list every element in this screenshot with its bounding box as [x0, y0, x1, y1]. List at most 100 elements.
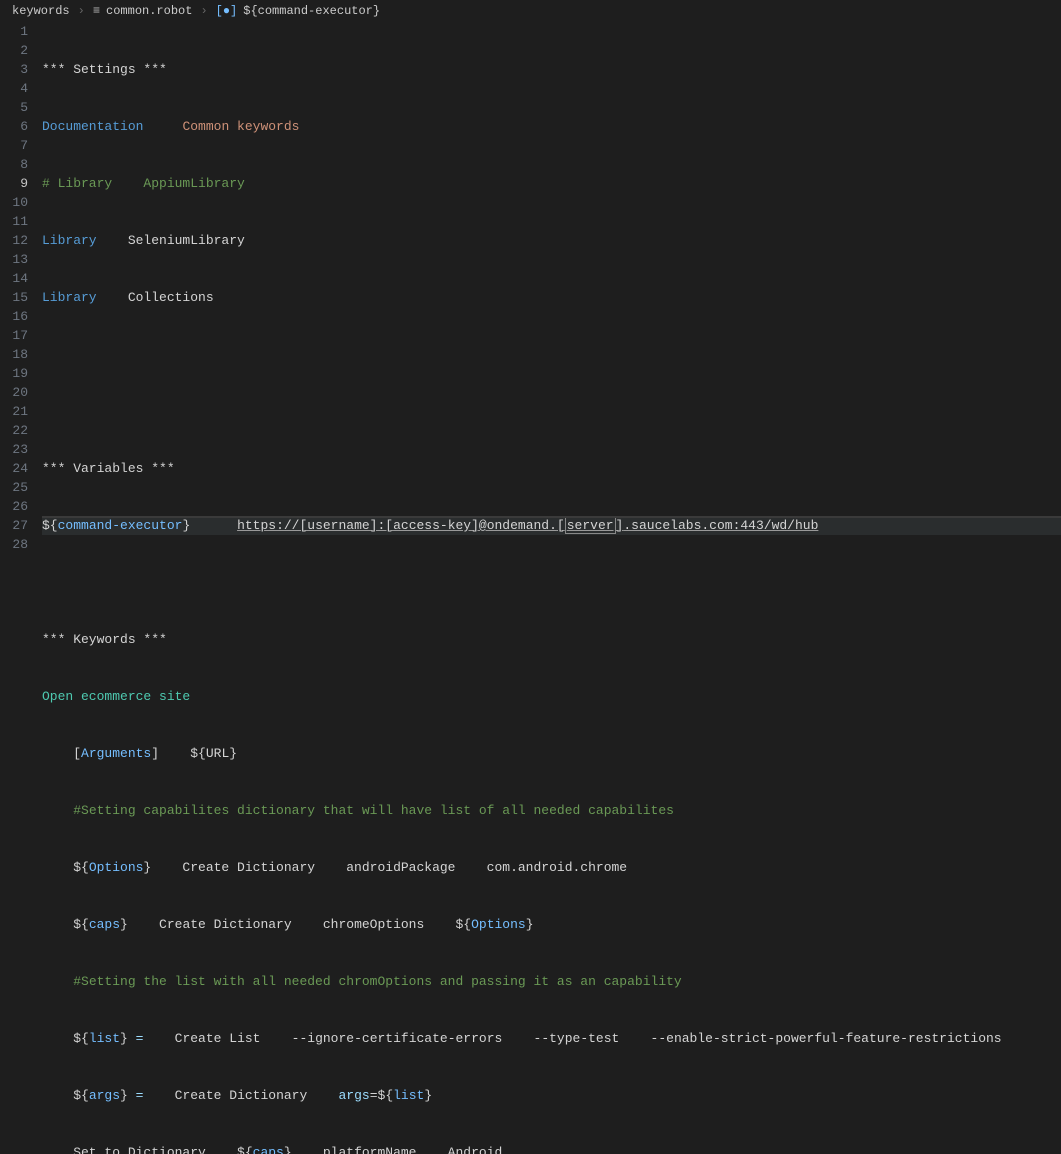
code-line[interactable]: #Setting the list with all needed chromO… — [42, 972, 1061, 991]
line-number: 12 — [0, 231, 28, 250]
code-token: # Library AppiumLibrary — [42, 176, 245, 191]
line-number: 2 — [0, 41, 28, 60]
line-number: 23 — [0, 440, 28, 459]
code-editor[interactable]: 1 2 3 4 5 6 7 8 9 10 11 12 13 14 15 16 1… — [0, 22, 1061, 577]
code-token: *** Settings *** — [42, 62, 167, 77]
code-token: } — [120, 1088, 128, 1103]
code-token: #Setting capabilites dictionary that wil… — [73, 803, 674, 818]
breadcrumb[interactable]: keywords › ≡ common.robot › [●] ${comman… — [0, 0, 1061, 22]
line-number: 13 — [0, 250, 28, 269]
code-token: https://[username]:[access-key]@ondemand… — [237, 518, 557, 533]
code-token: ${ — [42, 518, 58, 533]
code-line[interactable]: Set to Dictionary ${caps} platformName A… — [42, 1143, 1061, 1154]
code-line[interactable] — [42, 573, 1061, 592]
code-line[interactable]: ${list} = Create List --ignore-certifica… — [42, 1029, 1061, 1048]
code-line[interactable] — [42, 345, 1061, 364]
code-token: SeleniumLibrary — [97, 233, 245, 248]
code-token — [190, 518, 237, 533]
code-token: list — [89, 1031, 120, 1046]
line-number: 1 — [0, 22, 28, 41]
breadcrumb-root[interactable]: keywords — [12, 4, 70, 18]
code-token: = — [128, 1088, 144, 1103]
code-token: Documentation — [42, 119, 143, 134]
line-number: 19 — [0, 364, 28, 383]
line-number: 4 — [0, 79, 28, 98]
code-token: list — [393, 1088, 424, 1103]
line-number: 25 — [0, 478, 28, 497]
code-token: args — [339, 1088, 370, 1103]
code-line[interactable]: [Arguments] ${URL} — [42, 744, 1061, 763]
code-token: = — [128, 1031, 144, 1046]
code-token: } — [526, 917, 534, 932]
code-token: Set to Dictionary ${ — [42, 1145, 253, 1154]
code-token: Create Dictionary — [143, 1088, 338, 1103]
code-token: } — [120, 1031, 128, 1046]
line-number: 9 — [0, 174, 28, 193]
code-token: =${ — [370, 1088, 393, 1103]
code-token: caps — [89, 917, 120, 932]
code-line[interactable]: Library Collections — [42, 288, 1061, 307]
code-token — [42, 974, 73, 989]
line-number: 3 — [0, 60, 28, 79]
line-number: 8 — [0, 155, 28, 174]
line-number: 21 — [0, 402, 28, 421]
code-token: command-executor — [58, 518, 183, 533]
code-token: Create List --ignore-certificate-errors … — [143, 1031, 1001, 1046]
code-token: [ — [557, 518, 565, 533]
code-line[interactable]: ${caps} Create Dictionary chromeOptions … — [42, 915, 1061, 934]
code-line[interactable]: *** Variables *** — [42, 459, 1061, 478]
code-token: } Create Dictionary androidPackage com.a… — [143, 860, 627, 875]
code-line[interactable]: ${Options} Create Dictionary androidPack… — [42, 858, 1061, 877]
file-icon: ≡ — [93, 4, 100, 18]
code-token: *** Variables *** — [42, 461, 175, 476]
line-number: 22 — [0, 421, 28, 440]
code-token: Open ecommerce site — [42, 689, 190, 704]
line-number: 15 — [0, 288, 28, 307]
code-token: Collections — [97, 290, 214, 305]
code-token: #Setting the list with all needed chromO… — [73, 974, 682, 989]
code-token: *** Keywords *** — [42, 632, 167, 647]
code-token: } — [424, 1088, 432, 1103]
code-token: ${ — [42, 917, 89, 932]
line-number: 20 — [0, 383, 28, 402]
code-line[interactable]: Documentation Common keywords — [42, 117, 1061, 136]
code-line[interactable]: *** Keywords *** — [42, 630, 1061, 649]
code-token: caps — [253, 1145, 284, 1154]
code-line[interactable]: Library SeleniumLibrary — [42, 231, 1061, 250]
code-line[interactable]: Open ecommerce site — [42, 687, 1061, 706]
code-token: Options — [471, 917, 526, 932]
line-number-gutter: 1 2 3 4 5 6 7 8 9 10 11 12 13 14 15 16 1… — [0, 22, 42, 577]
line-number: 11 — [0, 212, 28, 231]
chevron-right-icon: › — [200, 4, 207, 18]
line-number: 27 — [0, 516, 28, 535]
code-token: .saucelabs.com:443/wd/hub — [623, 518, 818, 533]
code-token: Common keywords — [182, 119, 299, 134]
line-number: 5 — [0, 98, 28, 117]
code-line[interactable]: *** Settings *** — [42, 60, 1061, 79]
code-token: Library — [42, 233, 97, 248]
code-token: server — [565, 517, 616, 534]
line-number: 6 — [0, 117, 28, 136]
code-token: } — [229, 746, 237, 761]
line-number: 18 — [0, 345, 28, 364]
code-token: ${ — [42, 1088, 89, 1103]
chevron-right-icon: › — [78, 4, 85, 18]
line-number: 28 — [0, 535, 28, 554]
code-token: ${ — [42, 1031, 89, 1046]
line-number: 7 — [0, 136, 28, 155]
code-line[interactable]: ${command-executor} https://[username]:[… — [42, 516, 1061, 535]
breadcrumb-symbol[interactable]: ${command-executor} — [243, 4, 380, 18]
code-token: [ — [42, 746, 81, 761]
code-token: Library — [42, 290, 97, 305]
code-token: ${ — [42, 860, 89, 875]
variable-icon: [●] — [216, 4, 238, 18]
breadcrumb-file[interactable]: common.robot — [106, 4, 192, 18]
code-line[interactable]: #Setting capabilites dictionary that wil… — [42, 801, 1061, 820]
code-token — [42, 803, 73, 818]
code-line[interactable]: # Library AppiumLibrary — [42, 174, 1061, 193]
code-line[interactable] — [42, 402, 1061, 421]
code-token: args — [89, 1088, 120, 1103]
code-area[interactable]: *** Settings *** Documentation Common ke… — [42, 22, 1061, 577]
code-token: } Create Dictionary chromeOptions ${ — [120, 917, 471, 932]
code-line[interactable]: ${args} = Create Dictionary args=${list} — [42, 1086, 1061, 1105]
